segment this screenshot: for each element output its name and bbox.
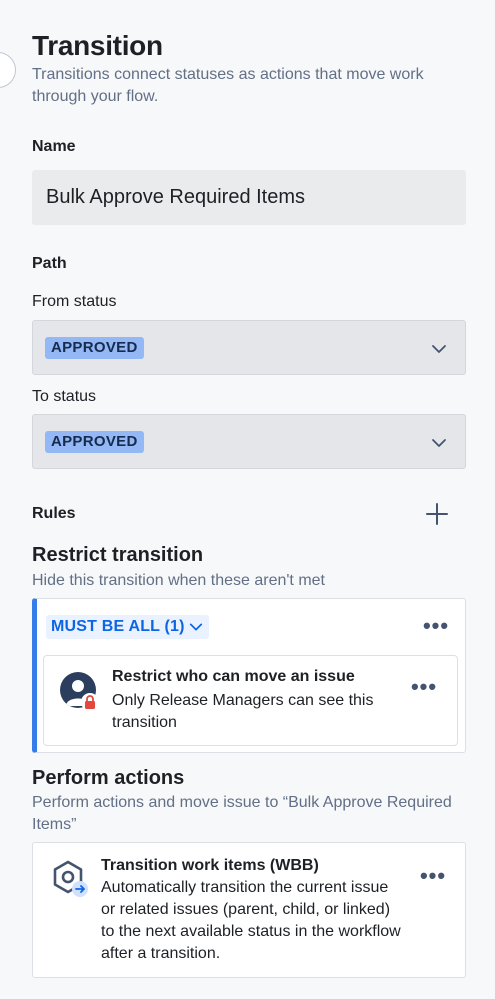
name-label: Name xyxy=(32,138,76,155)
actions-heading: Perform actions xyxy=(32,767,185,789)
actions-description: Perform actions and move issue to “Bulk … xyxy=(32,794,452,833)
restrict-rule-group: MUST BE ALL (1) ••• Restrict who can mov… xyxy=(32,598,466,753)
restrict-description: Hide this transition when these aren't m… xyxy=(32,572,325,589)
page-title: Transition xyxy=(32,30,163,61)
from-status-select[interactable]: APPROVED xyxy=(32,320,466,375)
from-status-lozenge: APPROVED xyxy=(45,337,144,359)
chevron-down-icon xyxy=(432,345,446,353)
rules-label: Rules xyxy=(32,505,76,522)
rule-more-button[interactable]: ••• xyxy=(410,676,438,700)
chevron-down-icon xyxy=(432,439,446,447)
must-be-all-label: MUST BE ALL (1) xyxy=(51,618,185,635)
action-card[interactable]: Transition work items (WBB) Automaticall… xyxy=(32,842,466,978)
path-label: Path xyxy=(32,255,67,272)
to-status-select[interactable]: APPROVED xyxy=(32,414,466,469)
name-input[interactable] xyxy=(32,170,466,225)
restrict-rule-card[interactable]: Restrict who can move an issue Only Rele… xyxy=(43,655,458,746)
to-status-label: To status xyxy=(32,388,97,405)
action-description: Automatically transition the current iss… xyxy=(101,879,401,962)
to-status-lozenge: APPROVED xyxy=(45,431,144,453)
from-status-label: From status xyxy=(32,293,117,310)
transition-automation-icon xyxy=(53,860,88,897)
lock-icon xyxy=(81,693,99,711)
rule-title: Restrict who can move an issue xyxy=(112,668,355,685)
add-rule-button[interactable] xyxy=(424,501,450,527)
back-button[interactable] xyxy=(0,52,16,88)
restrict-heading: Restrict transition xyxy=(32,544,204,566)
must-be-all-dropdown[interactable]: MUST BE ALL (1) xyxy=(46,615,209,639)
group-more-button[interactable]: ••• xyxy=(422,615,450,639)
action-more-button[interactable]: ••• xyxy=(419,865,447,889)
rule-description: Only Release Managers can see this trans… xyxy=(112,692,374,731)
action-title: Transition work items (WBB) xyxy=(101,857,319,874)
chevron-down-icon xyxy=(189,623,202,631)
page-subtitle: Transitions connect statuses as actions … xyxy=(32,66,424,105)
